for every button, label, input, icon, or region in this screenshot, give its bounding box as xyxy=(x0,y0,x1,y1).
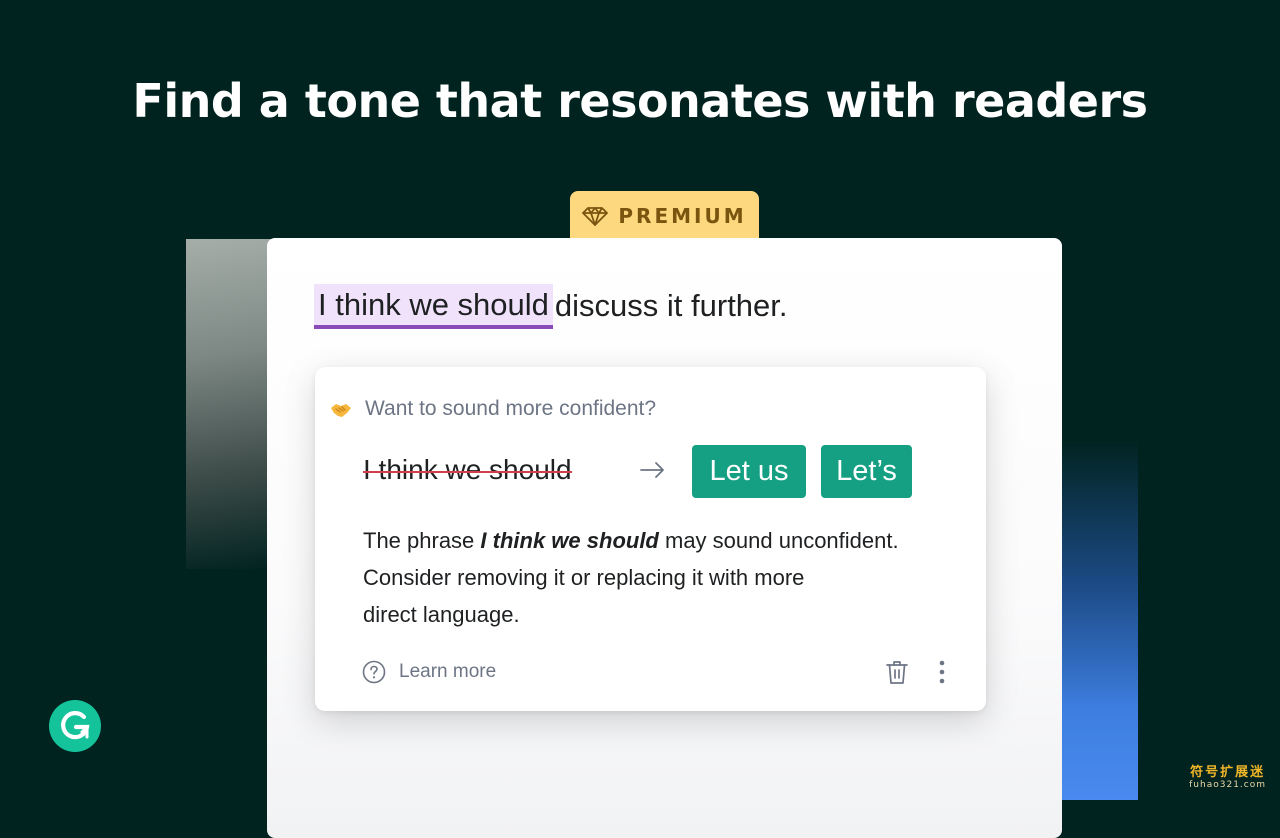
highlighted-phrase[interactable]: I think we should xyxy=(314,283,553,329)
sentence-remainder: discuss it further. xyxy=(554,288,788,323)
premium-badge: PREMIUM xyxy=(570,191,759,241)
original-phrase: I think we should xyxy=(363,454,572,486)
handshake-icon xyxy=(331,404,351,417)
kebab-menu-icon[interactable] xyxy=(932,659,952,685)
trash-icon[interactable] xyxy=(885,659,909,685)
strikethrough-line xyxy=(363,470,572,473)
premium-badge-label: PREMIUM xyxy=(618,204,747,228)
grammarly-logo-icon xyxy=(49,700,101,752)
explanation-line1-rest: may sound unconfident. xyxy=(665,528,899,553)
explanation-phrase: I think we should xyxy=(480,528,659,553)
gem-icon xyxy=(582,207,609,226)
explanation-line3: direct language. xyxy=(363,602,520,627)
left-glow-decoration xyxy=(186,239,276,569)
suggestion-button-lets[interactable]: Let’s xyxy=(821,445,912,498)
learn-more-link[interactable]: Learn more xyxy=(399,661,496,683)
suggestion-question: Want to sound more confident? xyxy=(365,397,657,420)
suggestion-button-let-us[interactable]: Let us xyxy=(692,445,806,498)
explanation-line2: Consider removing it or replacing it wit… xyxy=(363,565,805,590)
watermark: 符号扩展迷 fuhao321.com xyxy=(1189,761,1266,790)
watermark-sub: fuhao321.com xyxy=(1189,780,1266,790)
arrow-right-icon xyxy=(640,462,664,478)
watermark-main: 符号扩展迷 xyxy=(1190,765,1266,780)
editor-sentence[interactable]: I think we should discuss it further. xyxy=(314,282,788,330)
explanation-prefix: The phrase xyxy=(363,528,475,553)
original-phrase-text: I think we should xyxy=(363,454,572,485)
suggestion-explanation: The phrase I think we should may sound u… xyxy=(363,522,963,633)
question-circle-icon[interactable] xyxy=(362,660,386,684)
headline: Find a tone that resonates with readers xyxy=(132,74,1148,128)
right-glow-decoration xyxy=(1060,440,1138,800)
suggestion-card: Want to sound more confident? I think we… xyxy=(315,367,986,711)
